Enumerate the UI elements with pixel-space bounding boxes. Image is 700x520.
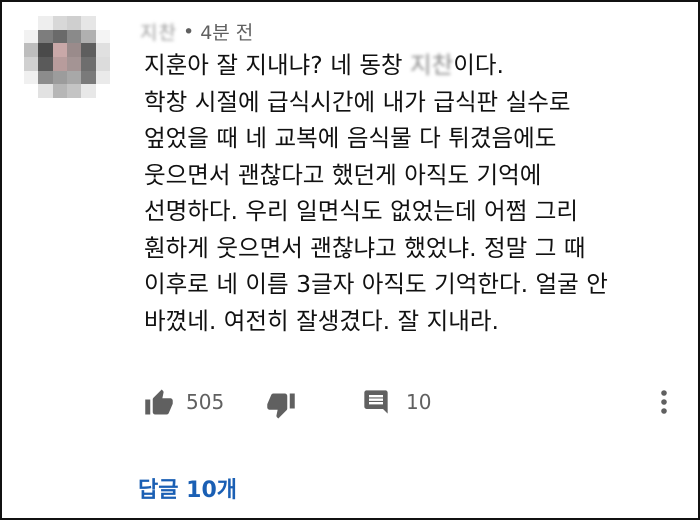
avatar-pixel bbox=[24, 29, 39, 44]
avatar-pixel bbox=[52, 29, 67, 44]
more-vertical-icon bbox=[660, 388, 668, 416]
avatar-pixel bbox=[95, 16, 110, 30]
like-button[interactable]: 505 bbox=[144, 384, 224, 420]
avatar-pixel bbox=[66, 43, 82, 57]
reply-button[interactable]: 10 bbox=[362, 384, 431, 420]
comment-line: 이후로 네 이름 3글자 아직도 기억한다. 얼굴 안 bbox=[144, 270, 608, 298]
dislike-button[interactable] bbox=[266, 388, 296, 424]
avatar-pixel bbox=[95, 43, 110, 57]
avatar-pixel bbox=[38, 70, 53, 85]
avatar-pixel bbox=[81, 29, 96, 44]
avatar-pixel bbox=[95, 29, 110, 44]
avatar-pixel bbox=[52, 84, 67, 98]
avatar-pixel bbox=[24, 70, 39, 85]
comment-time[interactable]: 4분 전 bbox=[200, 18, 253, 45]
avatar-pixel bbox=[81, 43, 96, 57]
avatar[interactable] bbox=[24, 16, 110, 98]
comment-line: 훤하게 웃으면서 괜찮냐고 했었냐. 정말 그 때 bbox=[144, 233, 586, 262]
avatar-pixel bbox=[52, 16, 67, 30]
avatar-pixel bbox=[95, 84, 110, 98]
comment-card: 지찬 • 4분 전 지훈아 잘 지내냐? 네 동창 지찬이다. 학창 시절에 급… bbox=[0, 0, 700, 520]
comment-icon bbox=[362, 388, 390, 416]
comment-header: 지찬 • 4분 전 bbox=[140, 18, 253, 45]
avatar-pixel bbox=[81, 84, 96, 98]
comment-line-text: 지훈아 잘 지내냐? 네 동창 bbox=[144, 51, 411, 79]
thumbs-up-icon bbox=[144, 388, 174, 416]
avatar-pixel bbox=[66, 16, 82, 30]
avatar-pixel bbox=[66, 57, 82, 71]
avatar-pixel bbox=[24, 57, 39, 71]
view-replies-link[interactable]: 답글 10개 bbox=[138, 472, 237, 504]
avatar-pixel bbox=[95, 70, 110, 85]
author-name[interactable]: 지찬 bbox=[140, 18, 177, 45]
avatar-pixel bbox=[81, 70, 96, 85]
more-options-button[interactable] bbox=[656, 384, 672, 420]
comment-line: 웃으면서 괜찮다고 했던게 아직도 기억에 bbox=[144, 160, 542, 189]
comment-line: 지훈아 잘 지내냐? 네 동창 지찬이다. bbox=[144, 47, 684, 84]
comment-body: 지훈아 잘 지내냐? 네 동창 지찬이다. 학창 시절에 급식시간에 내가 급식… bbox=[144, 47, 684, 339]
comment-line: 학창 시절에 급식시간에 내가 급식판 실수로 bbox=[144, 87, 571, 116]
avatar-pixel bbox=[24, 84, 39, 98]
comment-line: 바꼈네. 여전히 잘생겼다. 잘 지내라. bbox=[144, 306, 499, 335]
mentioned-name: 지찬 bbox=[410, 51, 454, 79]
avatar-pixel bbox=[81, 16, 96, 30]
avatar-pixel bbox=[81, 57, 96, 71]
avatar-pixel bbox=[38, 43, 53, 57]
avatar-pixel bbox=[66, 29, 82, 44]
avatar-pixel bbox=[38, 84, 53, 98]
avatar-pixel bbox=[24, 16, 39, 30]
comment-line-text: 이다. bbox=[453, 51, 504, 79]
comment-actions: 505 10 bbox=[142, 384, 682, 420]
avatar-pixel bbox=[52, 70, 67, 85]
avatar-pixel bbox=[95, 57, 110, 71]
avatar-pixel bbox=[66, 70, 82, 85]
comment-line: 엎었을 때 네 교복에 음식물 다 튀겼음에도 bbox=[144, 124, 557, 152]
header-separator: • bbox=[182, 20, 195, 43]
avatar-pixel bbox=[38, 16, 53, 30]
avatar-pixel bbox=[38, 29, 53, 44]
avatar-pixel bbox=[24, 43, 39, 57]
avatar-pixel bbox=[38, 57, 53, 71]
like-count: 505 bbox=[186, 390, 225, 414]
reply-count: 10 bbox=[406, 390, 432, 414]
avatar-pixel bbox=[52, 43, 67, 57]
avatar-pixel bbox=[52, 57, 67, 71]
thumbs-down-icon bbox=[266, 392, 296, 420]
comment-line: 선명하다. 우리 일면식도 없었는데 어쩜 그리 bbox=[144, 197, 578, 225]
avatar-pixel bbox=[66, 84, 82, 98]
